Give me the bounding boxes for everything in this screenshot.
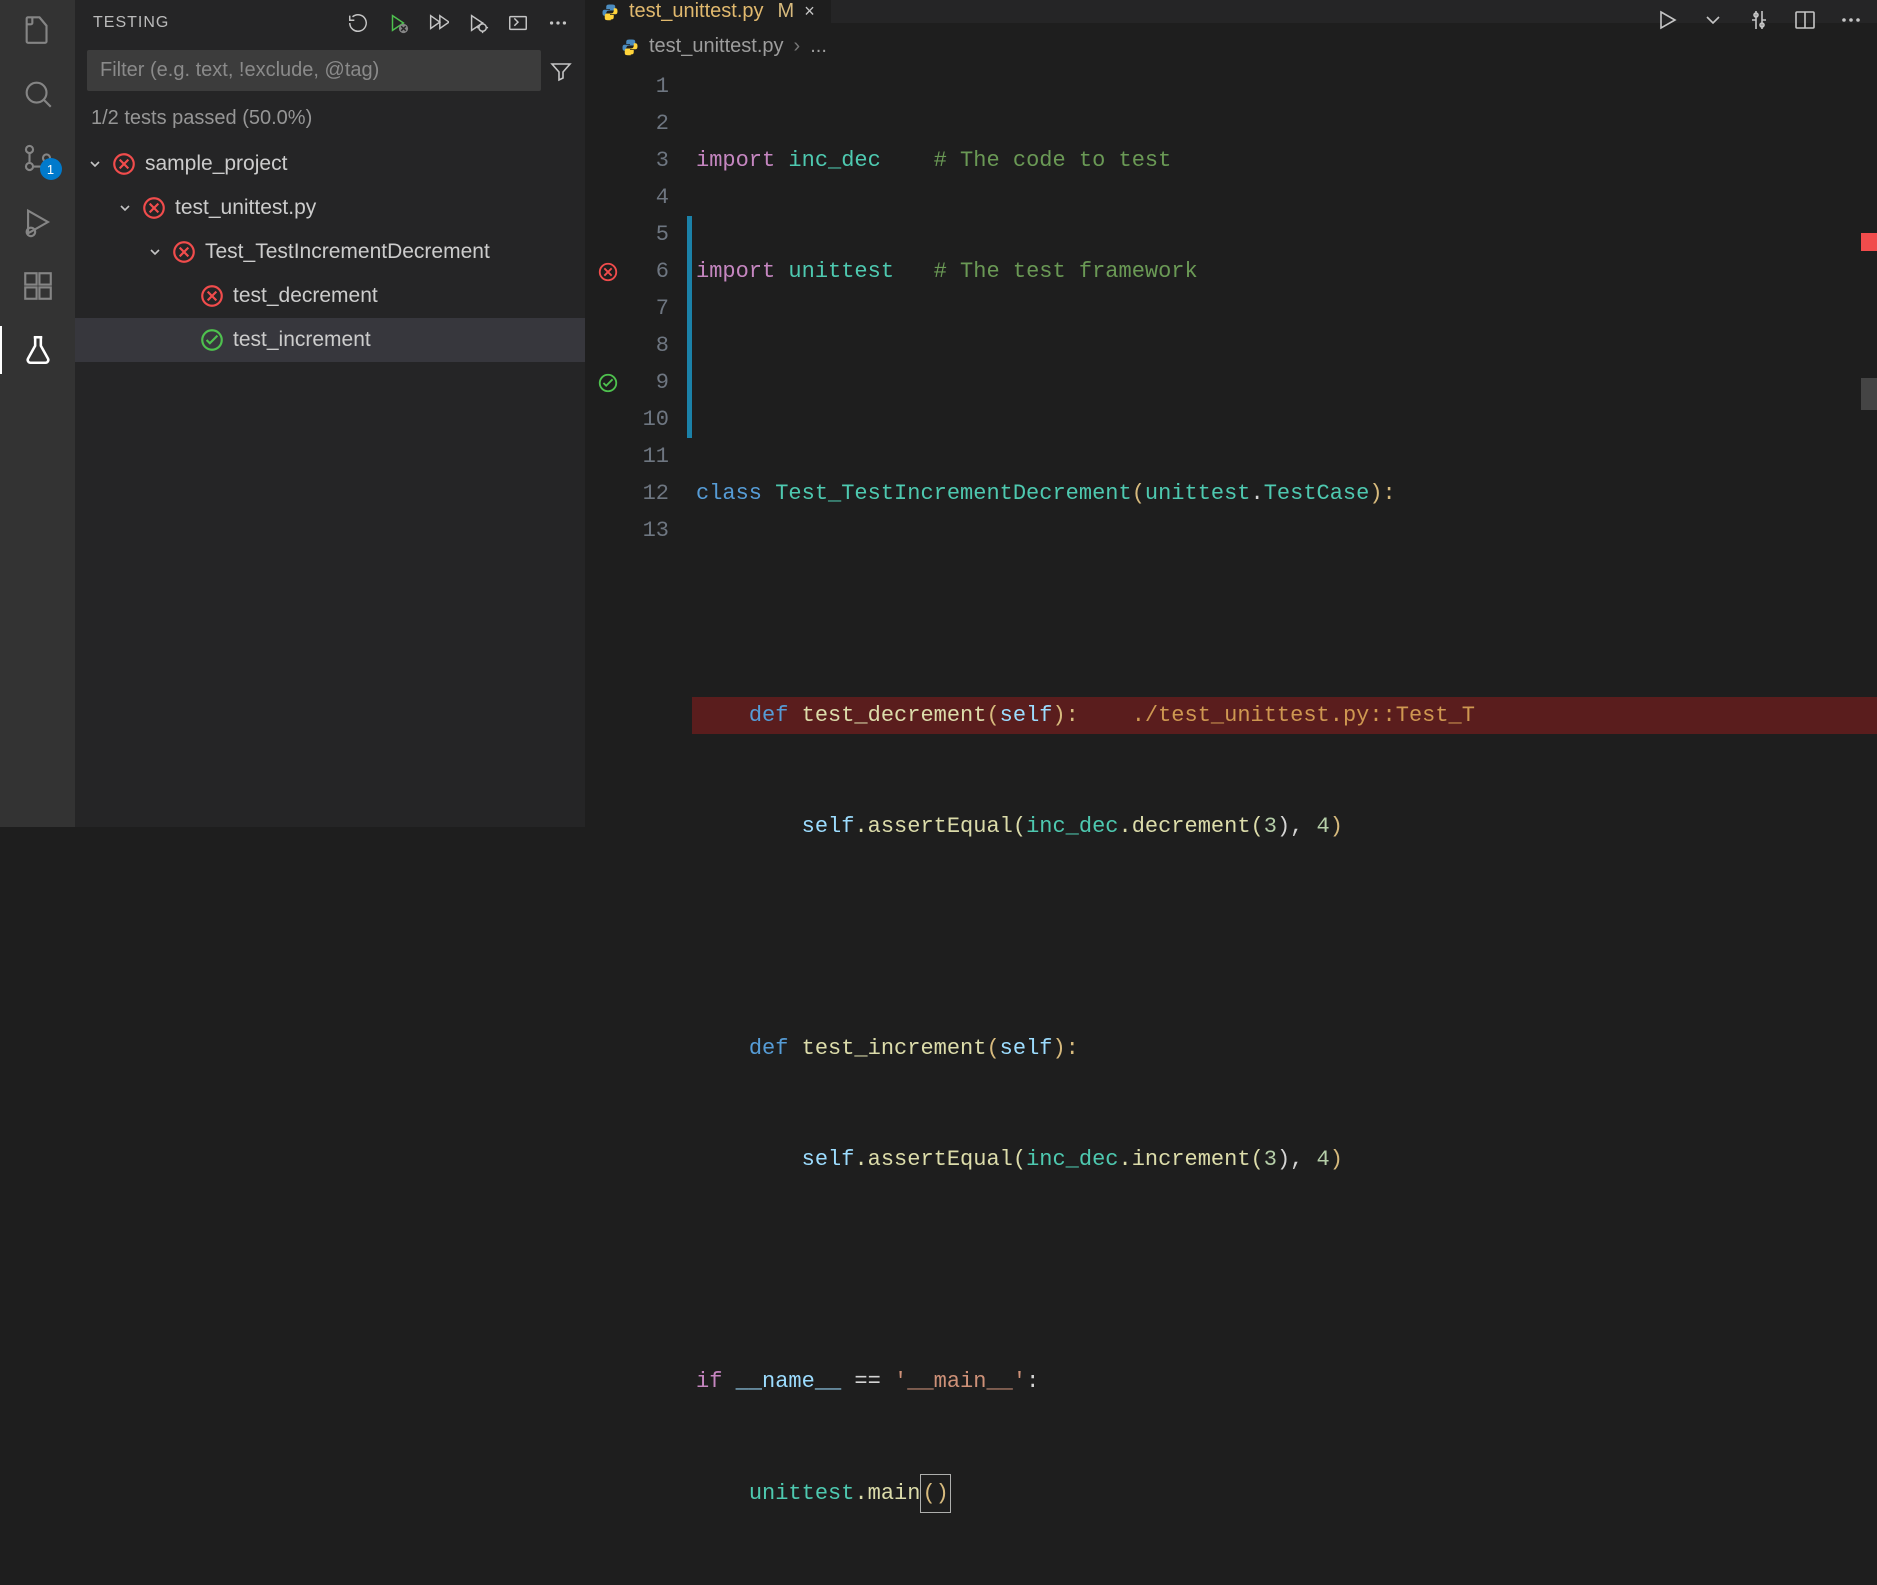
python-icon [601,3,619,21]
tree-label: Test_TestIncrementDecrement [205,240,490,264]
overview-error-marker[interactable] [1861,233,1877,251]
run-all-icon[interactable] [387,12,409,34]
tree-label: test_decrement [233,284,378,308]
gutter-fail-icon[interactable] [597,253,619,290]
test-tree: sample_project test_unittest.py Test_Tes… [75,142,585,362]
filter-row [75,44,585,97]
cursor: () [920,1474,950,1513]
fail-icon [199,283,225,309]
split-editor-icon[interactable] [1793,8,1817,32]
testing-icon[interactable] [20,332,56,368]
filter-icon[interactable] [549,59,573,83]
tree-test-decrement[interactable]: test_decrement [75,274,585,318]
chevron-down-icon[interactable] [1701,8,1725,32]
breadcrumb-file: test_unittest.py [649,35,784,58]
more-icon[interactable] [547,12,569,34]
activity-bar: 1 [0,0,75,827]
fail-icon [171,239,197,265]
show-output-icon[interactable] [507,12,529,34]
python-icon [621,38,639,56]
tree-test-increment[interactable]: test_increment [75,318,585,362]
tree-label: sample_project [145,152,287,176]
explorer-icon[interactable] [20,12,56,48]
refresh-icon[interactable] [347,12,369,34]
tab-filename: test_unittest.py [629,0,764,23]
breadcrumb-tail: ... [810,35,827,58]
chevron-down-icon [85,156,105,172]
run-debug-icon[interactable] [20,204,56,240]
fail-icon [111,151,137,177]
compare-icon[interactable] [1747,8,1771,32]
sidebar-actions [347,12,569,34]
overview-ruler[interactable] [1857,48,1877,827]
tests-summary: 1/2 tests passed (50.0%) [75,97,585,142]
run-file-icon[interactable] [1655,8,1679,32]
more-icon[interactable] [1839,8,1863,32]
sidebar-header: TESTING [75,0,585,44]
pass-icon [199,327,225,353]
gutter-pass-icon[interactable] [597,364,619,401]
search-icon[interactable] [20,76,56,112]
filter-input[interactable] [87,50,541,91]
testing-sidebar: TESTING 1/2 tests passed (50.0%) sample_… [75,0,585,827]
chevron-down-icon [115,200,135,216]
debug-tests-icon[interactable] [467,12,489,34]
tree-file[interactable]: test_unittest.py [75,186,585,230]
extensions-icon[interactable] [20,268,56,304]
tree-class[interactable]: Test_TestIncrementDecrement [75,230,585,274]
tab-modified-marker: M [778,0,795,23]
editor-actions [1655,8,1863,32]
fail-icon [141,195,167,221]
close-icon[interactable]: × [804,1,815,22]
tab-test-unittest[interactable]: test_unittest.py M × [585,0,832,23]
tree-label: test_unittest.py [175,196,316,220]
sidebar-title: TESTING [93,14,347,32]
tree-label: test_increment [233,328,371,352]
editor-area: test_unittest.py M × test_unittest.py › … [585,0,1877,827]
source-control-icon[interactable]: 1 [20,140,56,176]
run-icon[interactable] [427,12,449,34]
chevron-down-icon [145,244,165,260]
overview-cursor-marker [1861,378,1877,410]
source-control-badge: 1 [40,158,62,180]
breadcrumb-sep: › [794,35,801,58]
tree-project[interactable]: sample_project [75,142,585,186]
